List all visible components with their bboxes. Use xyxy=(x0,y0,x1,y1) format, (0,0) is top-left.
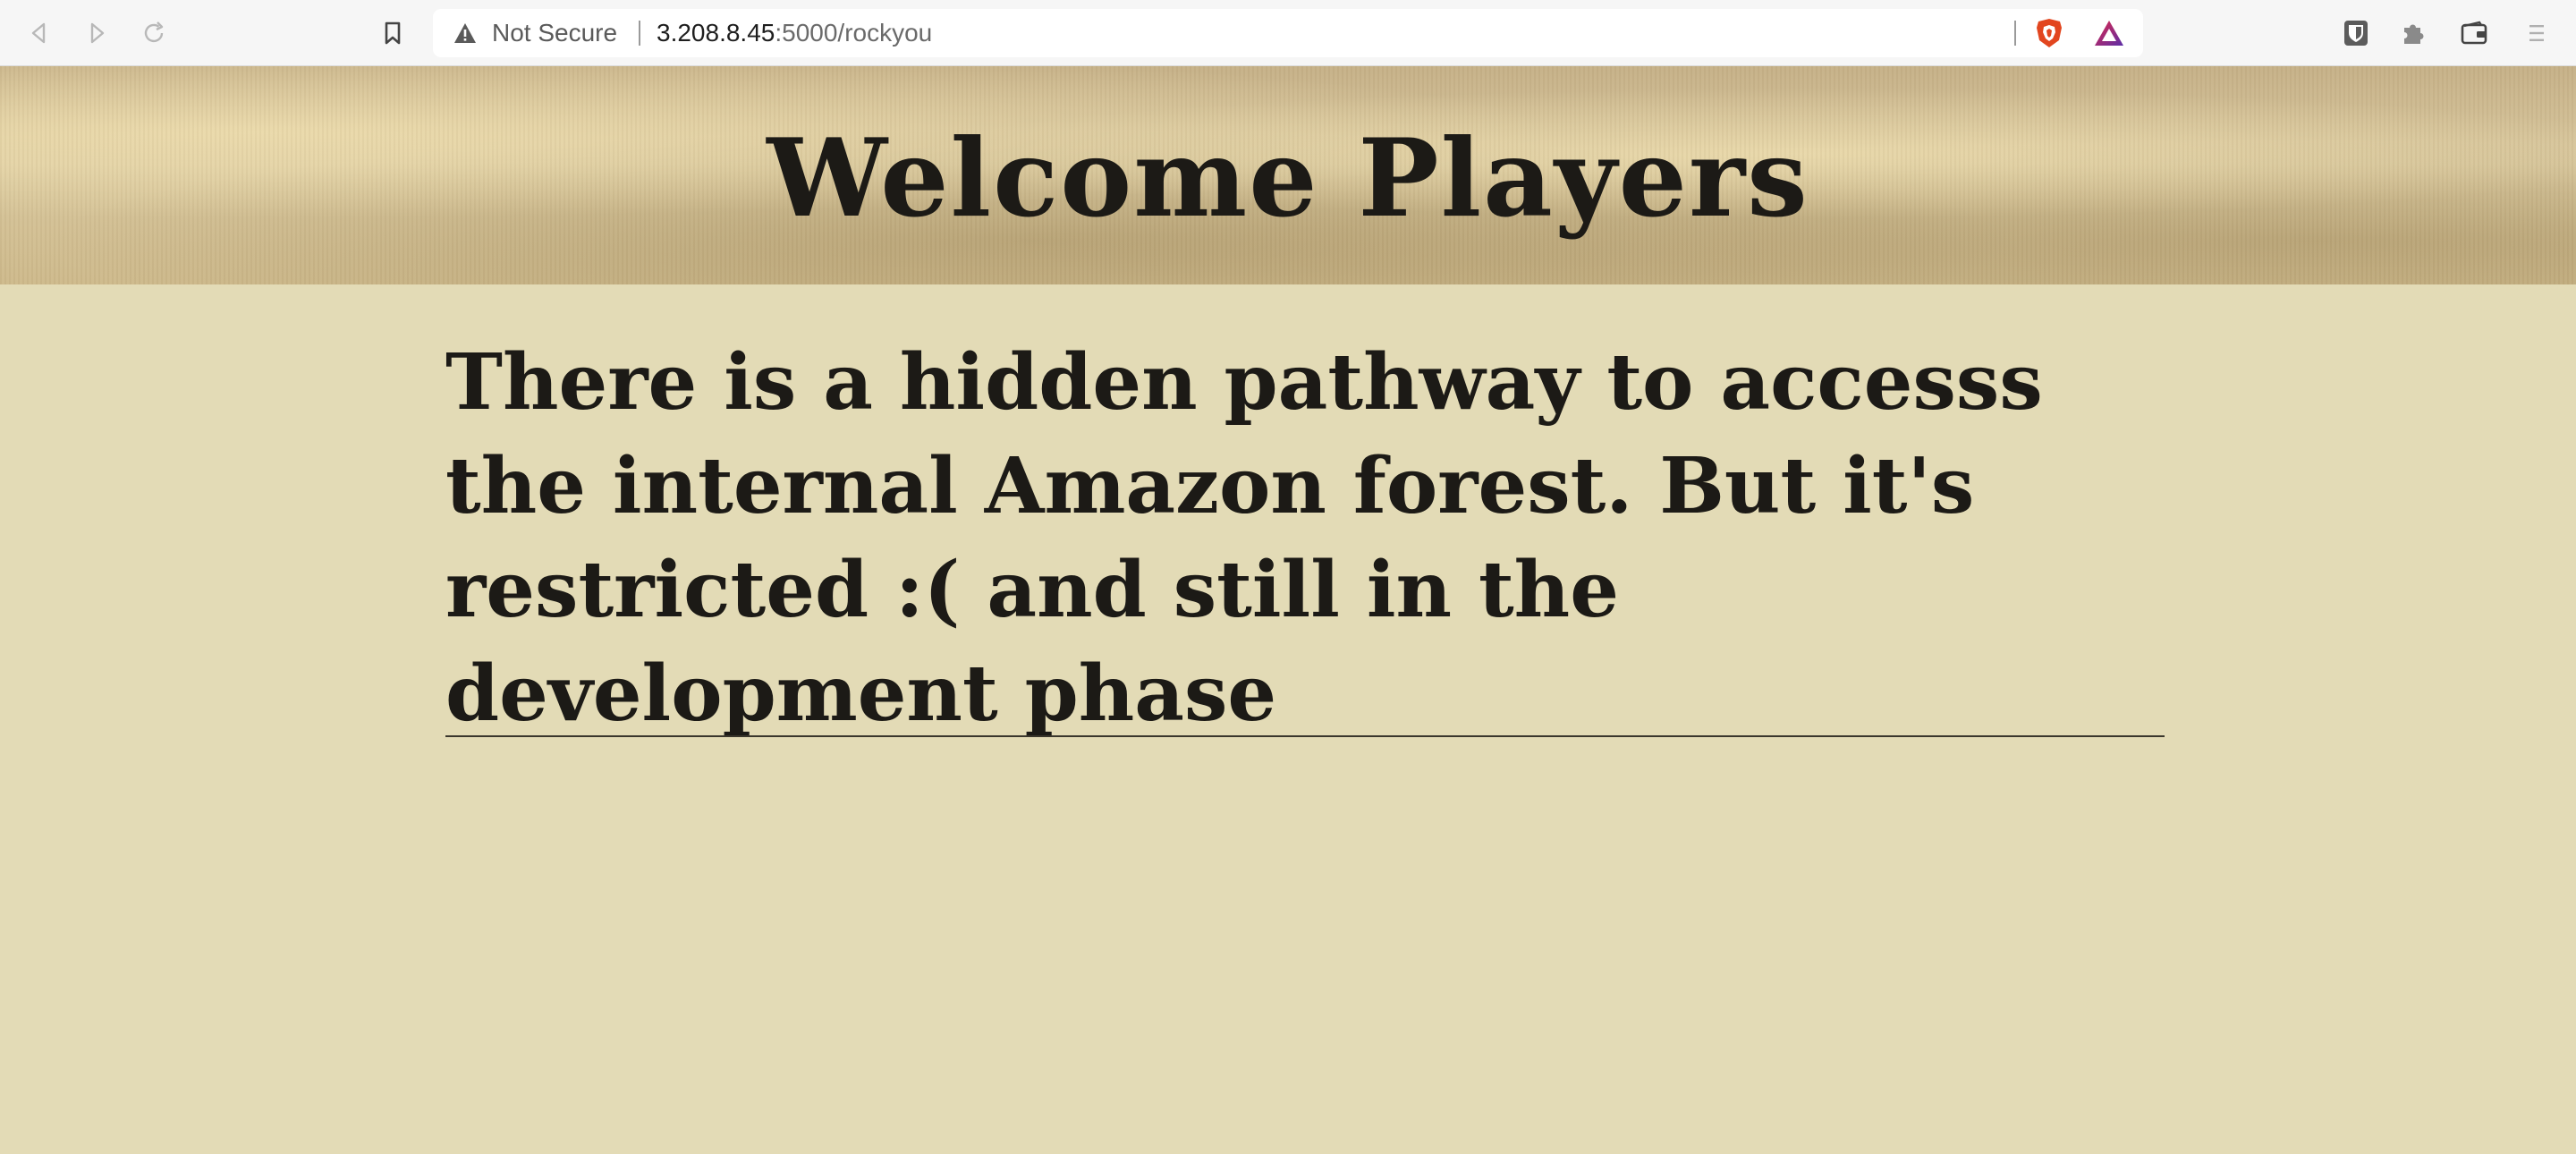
reload-icon xyxy=(144,21,164,43)
back-button[interactable] xyxy=(23,17,55,49)
wallet-icon xyxy=(2461,21,2487,45)
forward-icon xyxy=(90,22,105,44)
url-host: 3.208.8.45 xyxy=(657,19,775,47)
back-icon xyxy=(31,22,46,44)
address-divider-right xyxy=(2014,21,2016,46)
browser-toolbar: Not Secure 3.208.8.45:5000/rockyou xyxy=(0,0,2576,66)
forward-button[interactable] xyxy=(80,17,113,49)
address-bar[interactable]: Not Secure 3.208.8.45:5000/rockyou xyxy=(433,9,2143,57)
address-divider xyxy=(639,21,640,46)
intro-message: There is a hidden pathway to accesss the… xyxy=(445,337,2043,739)
reload-button[interactable] xyxy=(138,17,170,49)
wallet-button[interactable] xyxy=(2458,17,2490,49)
security-indicator[interactable]: Not Secure xyxy=(492,19,617,47)
url-path: :5000/rockyou xyxy=(775,19,933,47)
brave-shield-icon[interactable] xyxy=(2034,17,2064,49)
horizontal-divider xyxy=(445,735,2165,737)
menu-button[interactable] xyxy=(2521,17,2553,49)
bitwarden-button[interactable] xyxy=(2340,17,2372,49)
page-title: Welcome Players xyxy=(767,115,1809,242)
warning-icon xyxy=(454,23,476,43)
url-text[interactable]: 3.208.8.45:5000/rockyou xyxy=(657,19,932,47)
main-content: There is a hidden pathway to accesss the… xyxy=(445,331,2165,746)
bookmark-icon xyxy=(385,21,401,45)
bookmark-button[interactable] xyxy=(377,17,409,49)
brave-rewards-icon[interactable] xyxy=(2093,19,2125,47)
extensions-button[interactable] xyxy=(2397,17,2429,49)
header-banner: Welcome Players xyxy=(0,66,2576,284)
extensions-icon xyxy=(2404,24,2424,44)
bitwarden-icon xyxy=(2344,21,2368,46)
menu-icon xyxy=(2529,25,2544,41)
